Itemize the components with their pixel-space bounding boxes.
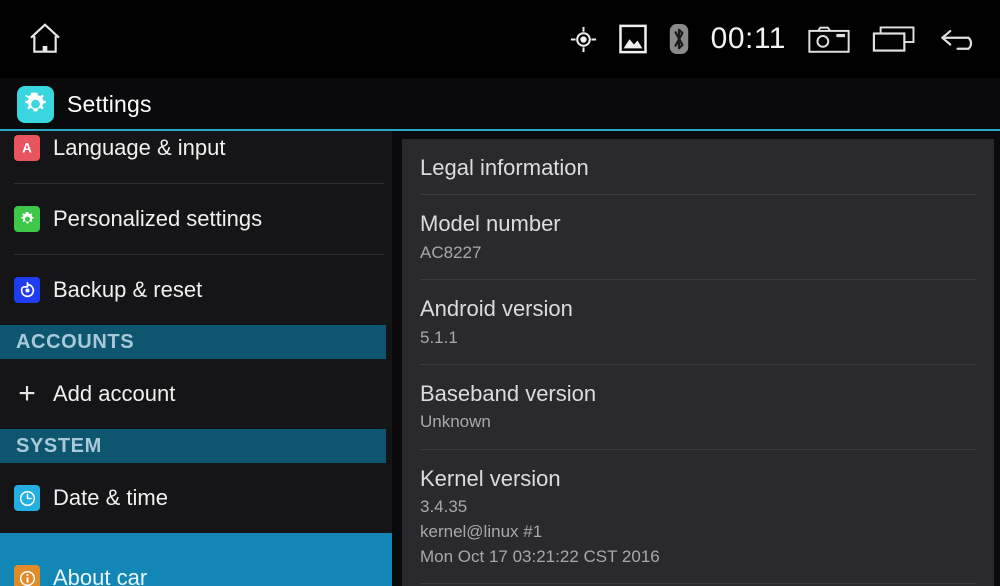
sidebar-item-label: Personalized settings [53,206,263,231]
content-area: A Language & input Personalized settings [0,131,1000,586]
home-icon[interactable] [22,16,68,62]
section-label: SYSTEM [16,434,102,457]
settings-sidebar[interactable]: A Language & input Personalized settings [0,131,392,586]
personalized-settings-gear-icon [14,206,40,232]
item-value-line: Unknown [420,412,491,432]
status-bar: 00:11 [0,0,1000,78]
sidebar-item-label: Language & input [53,135,226,160]
camera-icon[interactable] [808,26,850,53]
page-title: Settings [67,90,152,117]
gps-location-icon [570,26,597,53]
about-car-detail-list[interactable]: Legal information Model number AC8227 An… [402,139,994,586]
sidebar-item-backup-reset[interactable]: Backup & reset [0,255,392,325]
item-value-line: Mon Oct 17 03:21:22 CST 2016 [420,546,660,566]
item-title: Kernel version [420,466,561,492]
item-value: 3.4.35 kernel@linux #1 Mon Oct 17 03:21:… [420,495,976,569]
sidebar-item-label: Add account [53,381,176,406]
info-icon [14,565,40,586]
list-item-kernel-version[interactable]: Kernel version 3.4.35 kernel@linux #1 Mo… [420,450,976,585]
app-bar: Settings [0,78,1000,130]
backup-reset-icon [14,277,40,303]
sidebar-item-label: Backup & reset [53,277,203,302]
list-item-android-version[interactable]: Android version 5.1.1 [420,280,976,366]
android-settings-screen: 00:11 Settings A Language & input Person… [0,0,1000,586]
item-value: AC8227 [420,241,976,266]
svg-text:A: A [22,141,32,156]
recent-apps-icon[interactable] [872,25,916,53]
sidebar-item-personalized-settings[interactable]: Personalized settings [0,184,392,254]
item-value-line: 3.4.35 [420,497,468,517]
item-value-line: AC8227 [420,242,482,262]
back-arrow-icon[interactable] [938,25,982,53]
plus-icon: + [18,377,36,410]
item-value-line: kernel@linux #1 [420,522,543,542]
list-item-baseband-version[interactable]: Baseband version Unknown [420,365,976,451]
item-value: 5.1.1 [420,326,976,351]
sidebar-section-system: SYSTEM [0,429,386,463]
section-label: ACCOUNTS [16,330,135,353]
item-value-line: 5.1.1 [420,327,458,347]
clock-icon [14,485,40,511]
sidebar-item-label: About car [53,565,148,586]
item-title: Baseband version [420,381,597,407]
item-title: Model number [420,211,561,237]
sidebar-item-language-input[interactable]: A Language & input [0,131,392,183]
status-bar-icons: 00:11 [570,22,982,56]
item-title: Legal information [420,155,589,180]
list-item-legal-information[interactable]: Legal information [420,139,976,196]
settings-gear-icon [17,85,54,123]
item-title: Android version [420,296,573,322]
sidebar-item-about-car[interactable]: About car [0,533,392,586]
image-photo-icon [618,24,647,54]
item-value: Unknown [420,410,976,435]
bluetooth-icon [669,24,689,54]
status-clock: 00:11 [710,22,786,55]
detail-panel-wrap: Legal information Model number AC8227 An… [392,131,1000,586]
language-input-icon: A [14,135,40,161]
list-item-model-number[interactable]: Model number AC8227 [420,195,976,281]
sidebar-item-add-account[interactable]: + Add account [0,359,392,429]
sidebar-section-accounts: ACCOUNTS [0,325,386,359]
sidebar-item-label: Date & time [53,485,168,510]
sidebar-item-date-time[interactable]: Date & time [0,463,392,533]
